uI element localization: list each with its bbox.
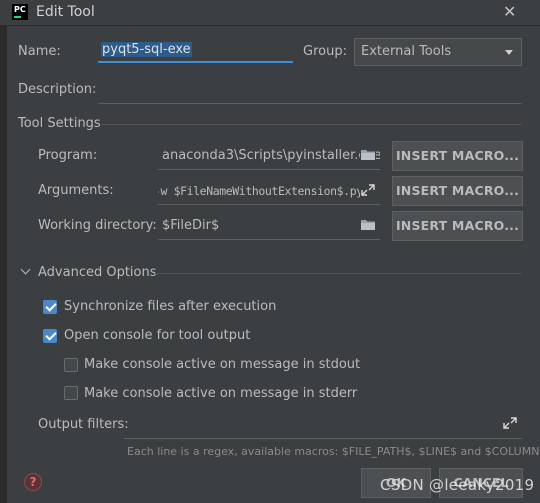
title-bar: PC Edit Tool ✕ xyxy=(0,0,540,26)
name-input-value: pyqt5-sql-exe xyxy=(101,42,192,57)
console-active-stderr-label: Make console active on message in stderr xyxy=(84,386,358,401)
group-label: Group: xyxy=(303,44,347,59)
description-label: Description: xyxy=(18,82,97,97)
name-label: Name: xyxy=(18,44,61,59)
folder-icon[interactable] xyxy=(360,148,376,162)
open-console-label: Open console for tool output xyxy=(64,328,251,343)
insert-macro-program-button[interactable]: INSERT MACRO... xyxy=(392,141,523,171)
chevron-down-icon xyxy=(505,50,513,55)
insert-macro-arguments-button[interactable]: INSERT MACRO... xyxy=(392,176,523,206)
description-input[interactable] xyxy=(98,80,522,104)
insert-macro-working-directory-button[interactable]: INSERT MACRO... xyxy=(392,211,523,241)
chevron-down-icon[interactable] xyxy=(20,264,31,275)
advanced-options-title[interactable]: Advanced Options xyxy=(38,265,157,280)
advanced-options-divider xyxy=(155,273,522,274)
output-filters-label: Output filters: xyxy=(38,417,129,432)
tool-settings-divider xyxy=(102,124,522,125)
folder-icon[interactable] xyxy=(360,218,376,232)
pycharm-logo-icon: PC xyxy=(12,4,28,20)
console-active-stdout-checkbox[interactable] xyxy=(64,358,78,372)
help-icon[interactable]: ? xyxy=(24,473,42,491)
expand-icon[interactable] xyxy=(360,183,376,197)
window-title: Edit Tool xyxy=(36,4,95,20)
name-input[interactable]: pyqt5-sql-exe xyxy=(98,39,293,63)
group-select-value: External Tools xyxy=(361,44,452,59)
program-input[interactable]: anaconda3\Scripts\pyinstaller.exe xyxy=(158,142,380,170)
arguments-input-value: -w $FileNameWithoutExtension$.py xyxy=(158,184,363,198)
group-select[interactable]: External Tools xyxy=(354,38,522,66)
console-active-stdout-label: Make console active on message in stdout xyxy=(84,357,361,372)
arguments-label: Arguments: xyxy=(38,183,114,198)
watermark-text: CSDN @leeaky2019 xyxy=(380,476,535,494)
working-directory-input-value: $FileDir$ xyxy=(162,218,220,233)
program-label: Program: xyxy=(38,148,98,163)
synchronize-files-checkbox[interactable] xyxy=(43,300,57,314)
working-directory-input[interactable]: $FileDir$ xyxy=(158,212,380,240)
open-console-checkbox[interactable] xyxy=(43,329,57,343)
output-filters-hint: Each line is a regex, available macros: … xyxy=(127,445,540,458)
console-active-stderr-checkbox[interactable] xyxy=(64,386,78,400)
working-directory-label: Working directory: xyxy=(38,218,157,233)
expand-icon[interactable] xyxy=(502,416,518,430)
output-filters-input[interactable] xyxy=(124,412,522,439)
close-icon[interactable]: ✕ xyxy=(503,2,516,21)
program-input-value: anaconda3\Scripts\pyinstaller.exe xyxy=(162,148,380,163)
tool-settings-title: Tool Settings xyxy=(18,116,101,131)
background-window-strip xyxy=(0,25,7,503)
synchronize-files-label: Synchronize files after execution xyxy=(64,299,277,314)
arguments-input[interactable]: -w $FileNameWithoutExtension$.py xyxy=(158,177,380,205)
